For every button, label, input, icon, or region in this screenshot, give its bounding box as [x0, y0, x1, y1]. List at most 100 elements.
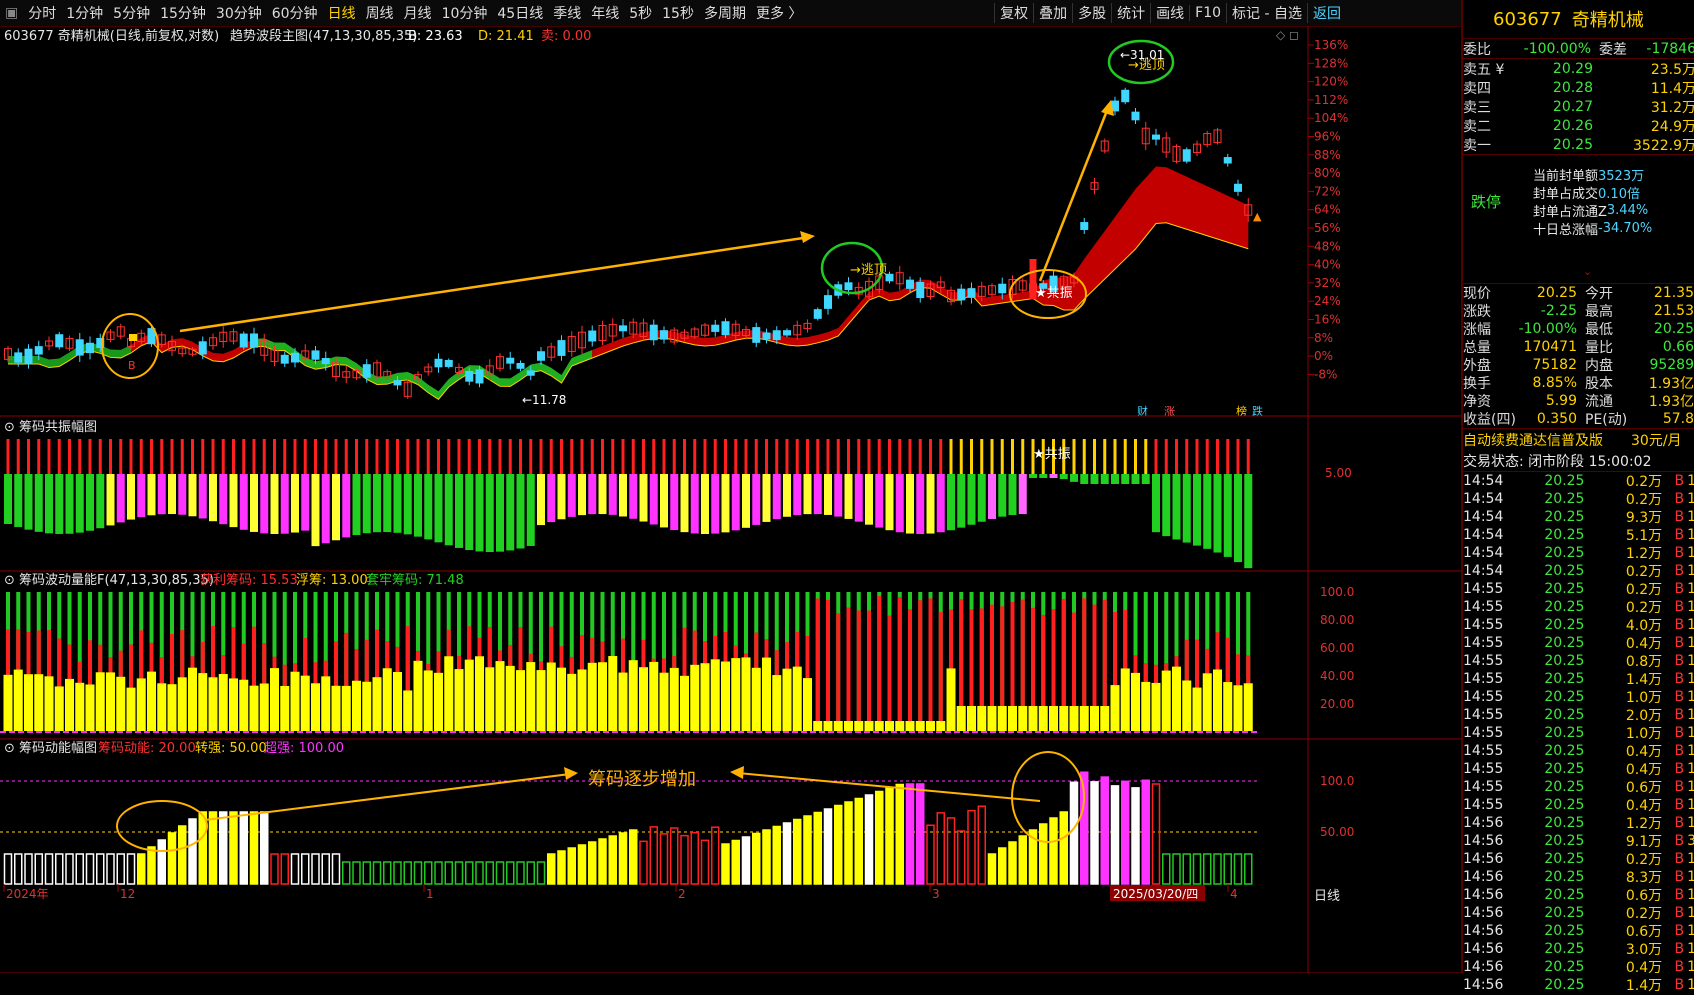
toolbar-button-1[interactable]: 叠加 [1033, 3, 1072, 23]
period-tab-12[interactable]: 年线 [586, 3, 624, 23]
period-tab-2[interactable]: 5分钟 [108, 3, 155, 23]
ad-price[interactable]: 30元/月 [1631, 430, 1682, 450]
profit-bar [867, 610, 871, 731]
period-tab-16[interactable]: 更多 〉 [751, 3, 807, 23]
float-bar [413, 660, 423, 731]
toolbar-button-3[interactable]: 统计 [1111, 3, 1150, 23]
resonance-bar [957, 474, 966, 528]
resonance-bar-top [88, 439, 92, 474]
tick-row[interactable]: 14:56 20.25 1.4万 B 1 [1463, 976, 1694, 994]
tick-price: 20.25 [1544, 887, 1585, 903]
tick-row[interactable]: 14:54 20.25 0.2万 B 1 [1463, 562, 1694, 580]
collapse-arrow-icon[interactable]: ⌄ [1583, 265, 1592, 278]
tick-row[interactable]: 14:56 20.25 0.2万 B 1 [1463, 850, 1694, 868]
tick-row[interactable]: 14:56 20.25 0.4万 B 1 [1463, 958, 1694, 976]
period-tab-8[interactable]: 月线 [399, 3, 437, 23]
resonance-bar-top [877, 439, 881, 474]
tick-row[interactable]: 14:55 20.25 0.2万 B 1 [1463, 580, 1694, 598]
period-tab-6[interactable]: 日线 [323, 3, 361, 23]
tick-row[interactable]: 14:54 20.25 0.2万 B 1 [1463, 490, 1694, 508]
float-bar [485, 667, 495, 731]
period-tab-7[interactable]: 周线 [361, 3, 399, 23]
tick-row[interactable]: 14:55 20.25 0.4万 B 1 [1463, 634, 1694, 652]
tick-row[interactable]: 14:54 20.25 5.1万 B 1 [1463, 526, 1694, 544]
toolbar-button-4[interactable]: 画线 [1150, 3, 1189, 23]
tick-row[interactable]: 14:55 20.25 0.2万 B 1 [1463, 598, 1694, 616]
toolbar-button-2[interactable]: 多股 [1072, 3, 1111, 23]
resonance-bar [127, 474, 135, 520]
float-bar [106, 672, 115, 731]
candle-body [916, 281, 925, 299]
tick-row[interactable]: 14:55 20.25 0.4万 B 1 [1463, 742, 1694, 760]
tick-row[interactable]: 14:54 20.25 0.2万 B 1 [1463, 472, 1694, 490]
float-bar [546, 662, 556, 731]
candle-body [250, 333, 258, 348]
tick-row[interactable]: 14:56 20.25 9.1万 B 3 [1463, 832, 1694, 850]
float-bar [3, 674, 13, 731]
resonance-bar-top [1093, 439, 1096, 474]
tick-count: 1 [1687, 527, 1694, 543]
period-tab-15[interactable]: 多周期 [699, 3, 751, 23]
tick-row[interactable]: 14:55 20.25 0.4万 B 1 [1463, 760, 1694, 778]
tick-time: 14:56 [1463, 941, 1504, 957]
toolbar-button-6[interactable]: 标记 - 自选 [1226, 3, 1307, 23]
toolbar-button-0[interactable]: 复权 [994, 3, 1033, 23]
period-tab-1[interactable]: 1分钟 [61, 3, 108, 23]
tick-row[interactable]: 14:56 20.25 0.6万 B 1 [1463, 886, 1694, 904]
period-tab-10[interactable]: 45日线 [492, 3, 548, 23]
resonance-label: ★共振 [1035, 286, 1073, 301]
momentum-bar [208, 811, 218, 885]
tick-row[interactable]: 14:54 20.25 1.2万 B 1 [1463, 544, 1694, 562]
resonance-bar-top [1082, 439, 1086, 474]
tick-row[interactable]: 14:56 20.25 8.3万 B 1 [1463, 868, 1694, 886]
period-tab-4[interactable]: 30分钟 [211, 3, 267, 23]
toolbar-button-5[interactable]: F10 [1189, 5, 1226, 21]
tick-row[interactable]: 14:55 20.25 1.0万 B 1 [1463, 688, 1694, 706]
stock-code: 603677 [1493, 8, 1562, 30]
resonance-bar [24, 474, 33, 530]
tick-row[interactable]: 14:55 20.25 1.4万 B 1 [1463, 670, 1694, 688]
momentum-bar [1203, 853, 1212, 885]
period-tab-5[interactable]: 60分钟 [267, 3, 323, 23]
period-tab-11[interactable]: 季线 [548, 3, 586, 23]
resonance-bar-top [68, 439, 71, 474]
period-tab-14[interactable]: 15秒 [657, 3, 699, 23]
resonance-bar [578, 474, 586, 516]
toolbar-button-7[interactable]: 返回 [1307, 3, 1346, 23]
ad-row[interactable]: 自动续费通达信普及版 30元/月 [1463, 428, 1694, 451]
tick-row[interactable]: 14:55 20.25 0.8万 B 1 [1463, 652, 1694, 670]
resonance-bar [1162, 474, 1171, 537]
tick-row[interactable]: 14:55 20.25 0.4万 B 1 [1463, 796, 1694, 814]
tick-row[interactable]: 14:55 20.25 1.0万 B 1 [1463, 724, 1694, 742]
tick-row[interactable]: 14:55 20.25 0.6万 B 1 [1463, 778, 1694, 796]
tick-row[interactable]: 14:56 20.25 0.2万 B 1 [1463, 904, 1694, 922]
trade-status: 交易状态: 闭市阶段 15:00:02 [1463, 454, 1652, 470]
momentum-bar [885, 787, 894, 885]
tick-row[interactable]: 14:56 20.25 1.2万 B 1 [1463, 814, 1694, 832]
tick-row[interactable]: 14:56 20.25 0.6万 B 1 [1463, 922, 1694, 940]
kline-chart-area[interactable]: 136%128%120%112%104%96%88%80%72%64%56%48… [0, 26, 1461, 973]
tick-row[interactable]: 14:55 20.25 4.0万 B 1 [1463, 616, 1694, 634]
ad-text[interactable]: 自动续费通达信普及版 [1463, 430, 1631, 450]
tick-volume: 0.2万 [1625, 852, 1663, 868]
float-bar [1049, 706, 1058, 731]
percent-axis-label: 8% [1314, 331, 1333, 345]
tick-row[interactable]: 14:55 20.25 2.0万 B 1 [1463, 706, 1694, 724]
resonance-bar-top [857, 439, 861, 474]
main-chart-pane: 136% 128% 120% 112% 104% 96% 88% 80% 72% 64% 56% 48… [4, 28, 1348, 418]
period-tab-9[interactable]: 10分钟 [437, 3, 493, 23]
period-tab-3[interactable]: 15分钟 [155, 3, 211, 23]
tick-row[interactable]: 14:56 20.25 3.0万 B 1 [1463, 940, 1694, 958]
resonance-bar [1172, 474, 1181, 540]
resonance-bar [844, 474, 853, 519]
resonance-bar-top [447, 439, 451, 474]
tick-count: 1 [1687, 491, 1694, 507]
period-tab-13[interactable]: 5秒 [624, 3, 657, 23]
period-tab-0[interactable]: 分时 [23, 3, 61, 23]
momentum-bar [1151, 783, 1161, 885]
menu-square-icon[interactable]: ▣ [0, 5, 23, 21]
tick-price: 20.25 [1544, 941, 1585, 957]
tick-list[interactable]: 14:54 20.25 0.2万 B 1 14:54 20.25 0.2万 B 1 14:54 20.… [1463, 471, 1694, 994]
momentum-bar [270, 853, 279, 885]
tick-row[interactable]: 14:54 20.25 9.3万 B 1 [1463, 508, 1694, 526]
